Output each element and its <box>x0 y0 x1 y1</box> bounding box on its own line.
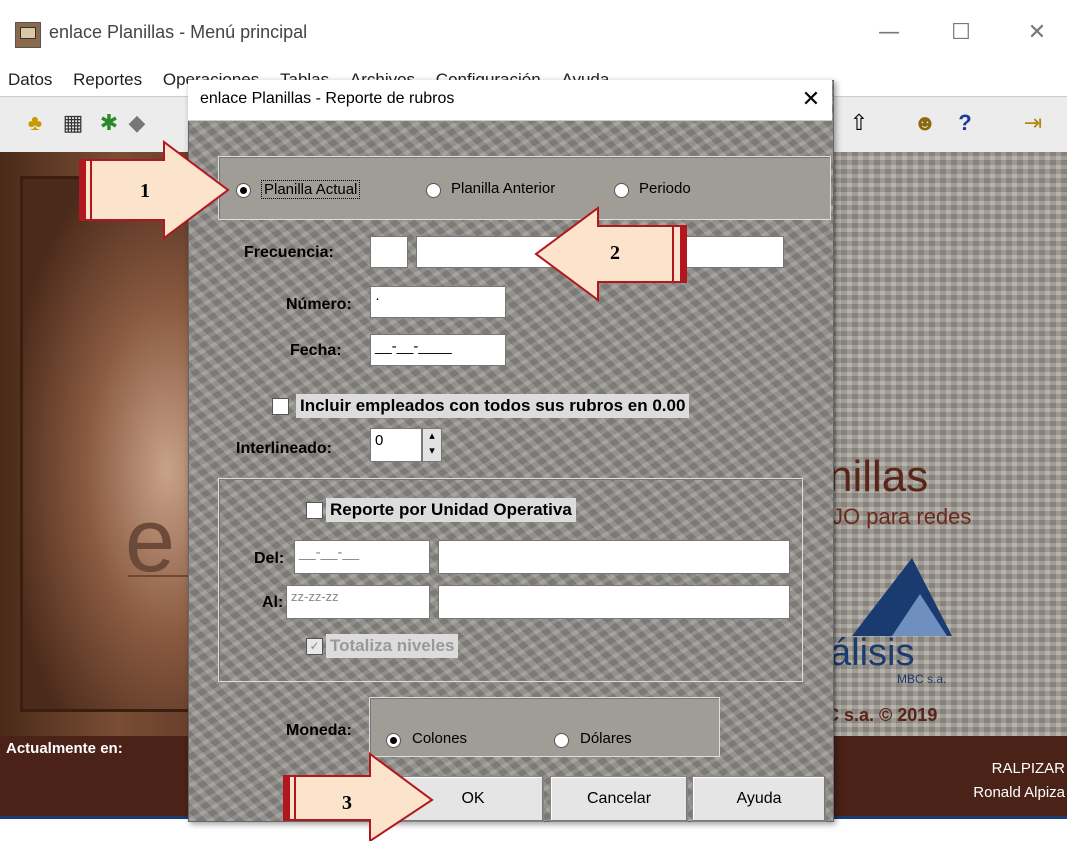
runner-icon[interactable]: ✱ <box>96 110 122 136</box>
frecuencia-label: Frecuencia: <box>244 244 334 261</box>
numero-field[interactable]: · <box>370 286 506 318</box>
brand-subtitle: JO para redes <box>832 504 972 529</box>
totaliza-checkbox[interactable]: ✓ <box>306 638 323 655</box>
radio-dolares-label[interactable]: Dólares <box>580 730 632 747</box>
interlineado-field[interactable]: 0 <box>370 428 422 462</box>
app-icon <box>15 22 41 48</box>
interlineado-spinner[interactable]: ▴ ▾ <box>422 428 442 462</box>
totaliza-label[interactable]: Totaliza niveles <box>326 634 459 658</box>
up-arrow-icon[interactable]: ⇧ <box>846 110 872 136</box>
radio-planilla-actual-label[interactable]: Planilla Actual <box>261 180 361 199</box>
fecha-label: Fecha: <box>290 342 342 359</box>
company-name: álisis <box>830 632 915 674</box>
frecuencia-description-field[interactable] <box>416 236 784 268</box>
notepad-icon[interactable]: ▦ <box>60 110 86 136</box>
menu-reportes[interactable]: Reportes <box>65 64 150 90</box>
al-description-field[interactable] <box>438 585 790 619</box>
radio-colones[interactable] <box>386 733 401 748</box>
exit-door-icon[interactable]: ⇥ <box>1020 110 1046 136</box>
radio-periodo-label[interactable]: Periodo <box>639 180 691 197</box>
frecuencia-code-field[interactable] <box>370 236 408 268</box>
dialog-title: enlace Planillas - Reporte de rubros <box>200 90 455 107</box>
help-button[interactable]: Ayuda <box>692 776 826 822</box>
radio-planilla-anterior[interactable] <box>426 183 441 198</box>
dialog-close-button[interactable]: ✕ <box>795 84 827 116</box>
close-button[interactable]: ✕ <box>1014 16 1060 50</box>
main-window-title: enlace Planillas - Menú principal <box>49 22 308 42</box>
ok-button[interactable]: OK <box>402 776 544 822</box>
del-code-field[interactable]: __-__-__ <box>294 540 430 574</box>
incluir-checkbox[interactable] <box>272 398 289 415</box>
callout-number-1: 1 <box>140 180 150 202</box>
numero-label: Número: <box>286 296 352 313</box>
menu-datos[interactable]: Datos <box>0 64 60 90</box>
radio-periodo[interactable] <box>614 183 629 198</box>
incluir-label[interactable]: Incluir empleados con todos sus rubros e… <box>296 394 690 418</box>
tool-icon[interactable]: ◆ <box>124 110 150 136</box>
radio-dolares[interactable] <box>554 733 569 748</box>
del-description-field[interactable] <box>438 540 790 574</box>
radio-planilla-actual[interactable] <box>236 183 251 198</box>
status-user: RALPIZAR <box>991 760 1065 777</box>
al-label: Al: <box>262 594 284 611</box>
unidad-label[interactable]: Reporte por Unidad Operativa <box>326 498 576 522</box>
help-icon[interactable]: ? <box>952 110 978 136</box>
al-code-field[interactable]: zz-zz-zz <box>286 585 430 619</box>
maximize-button[interactable]: ☐ <box>938 16 984 50</box>
moneda-label: Moneda: <box>286 722 352 739</box>
moneda-radio-group <box>369 697 720 757</box>
interlineado-label: Interlineado: <box>236 440 333 457</box>
brand-title: nillas <box>828 452 929 501</box>
copyright: C s.a. © 2019 <box>826 705 938 725</box>
company-subtitle: MBC s.a. <box>897 672 947 686</box>
analisis-logo-icon <box>852 558 952 636</box>
del-label: Del: <box>254 550 285 567</box>
user-help-icon[interactable]: ☻ <box>912 110 938 136</box>
status-user-name: Ronald Alpiza <box>973 784 1065 801</box>
employees-icon[interactable]: ♣ <box>22 110 48 136</box>
status-label: Actualmente en: <box>6 740 123 757</box>
logo-letter: e <box>125 491 176 591</box>
fecha-field[interactable]: __-__-____ <box>370 334 506 366</box>
radio-colones-label[interactable]: Colones <box>412 730 467 747</box>
callout-number-2: 2 <box>610 242 620 264</box>
radio-planilla-anterior-label[interactable]: Planilla Anterior <box>451 180 555 197</box>
minimize-button[interactable]: — <box>866 16 912 50</box>
unidad-checkbox[interactable] <box>306 502 323 519</box>
cancel-button[interactable]: Cancelar <box>550 776 688 822</box>
callout-number-3: 3 <box>342 792 352 814</box>
